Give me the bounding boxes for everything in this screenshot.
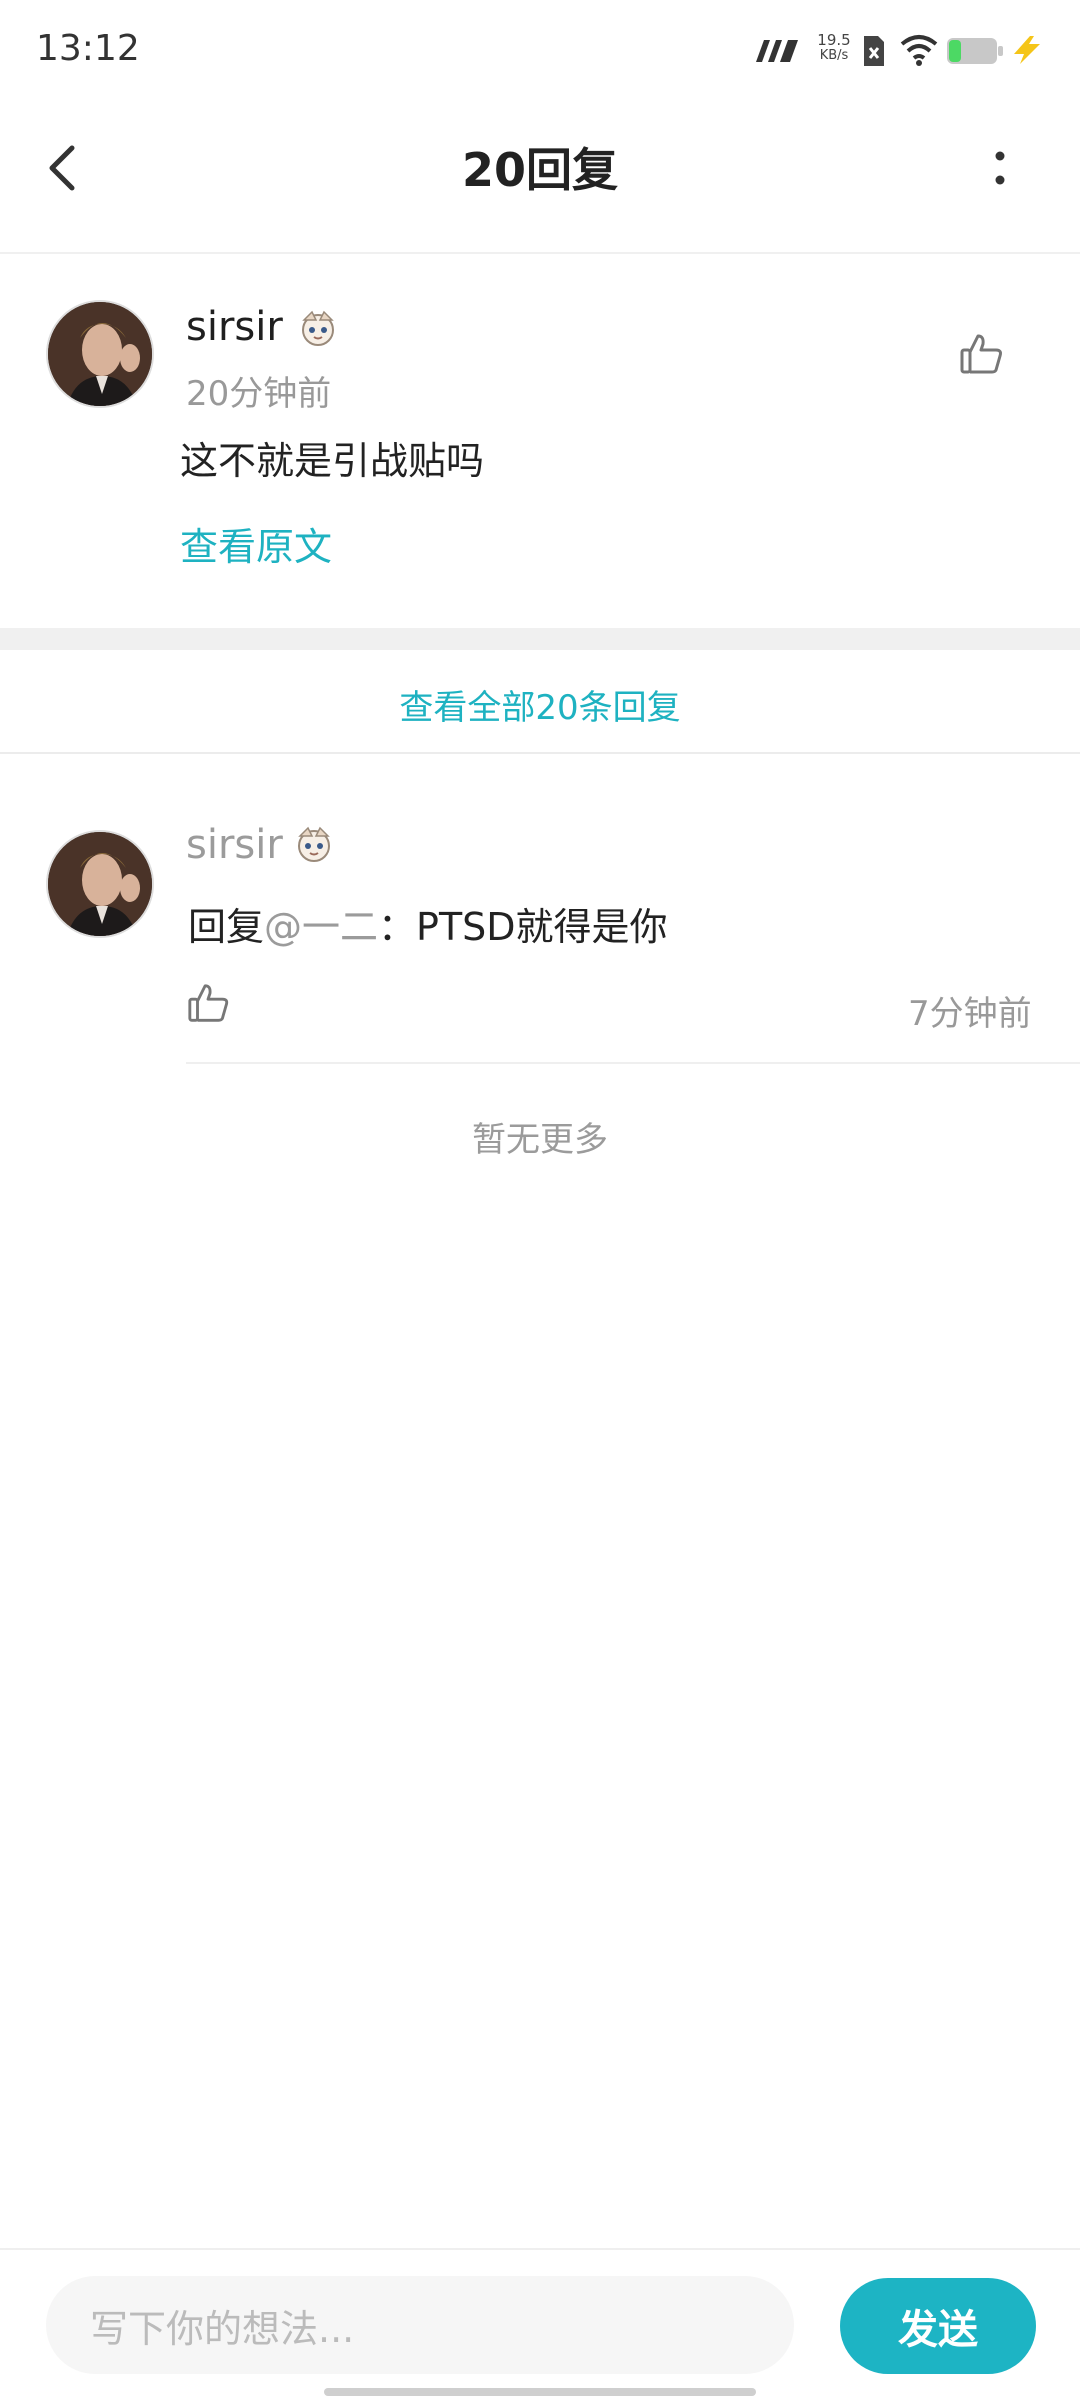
comment-input-placeholder: 写下你的想法...: [90, 2306, 355, 2351]
send-button[interactable]: 发送: [840, 2278, 1036, 2374]
view-original-link[interactable]: 查看原文: [180, 516, 332, 571]
home-indicator[interactable]: [324, 2388, 756, 2396]
user-badge-icon: [298, 826, 330, 862]
comment-input[interactable]: 写下你的想法...: [46, 2276, 794, 2374]
reply-separator: ：: [378, 905, 417, 949]
page-title: 20回复: [461, 143, 618, 197]
wifi-icon: [900, 35, 938, 66]
more-vertical-icon: [995, 151, 1005, 185]
reply-mention[interactable]: @一二: [264, 905, 378, 949]
reply-text: PTSD就得是你: [416, 905, 668, 949]
reply-time: 7分钟前: [908, 994, 1032, 1034]
battery-icon: [947, 38, 1003, 64]
reply-prefix: 回复: [188, 905, 265, 949]
thumbs-up-icon: [960, 334, 1002, 374]
reply-username[interactable]: sirsir: [186, 822, 283, 868]
reply-content: 回复@一二：PTSD就得是你: [188, 896, 668, 951]
signal-icon: [756, 40, 798, 62]
user-badge-icon: [302, 310, 334, 346]
more-button[interactable]: [980, 140, 1020, 196]
avatar[interactable]: [46, 830, 154, 938]
avatar-image: [48, 832, 152, 936]
avatar-image: [48, 302, 152, 406]
status-time: 13:12: [36, 28, 140, 69]
divider: [0, 752, 1080, 754]
section-separator: [0, 628, 1080, 650]
like-button[interactable]: [186, 980, 232, 1026]
network-speed-value: 19.5: [817, 31, 851, 49]
no-more-label: 暂无更多: [472, 1120, 608, 1160]
avatar[interactable]: [46, 300, 154, 408]
network-speed: 19.5 KB/s: [812, 32, 856, 64]
network-speed-unit: KB/s: [819, 48, 849, 63]
view-all-replies-link[interactable]: 查看全部20条回复: [0, 680, 1080, 729]
comment-username[interactable]: sirsir: [186, 304, 283, 350]
sim-icon: [864, 36, 884, 66]
charging-icon: [1014, 36, 1040, 64]
comment-content: 这不就是引战贴吗: [180, 439, 485, 483]
comment-time: 20分钟前: [186, 374, 332, 414]
like-button[interactable]: [958, 330, 1006, 378]
thumbs-up-icon: [188, 984, 229, 1022]
divider: [186, 1062, 1080, 1064]
